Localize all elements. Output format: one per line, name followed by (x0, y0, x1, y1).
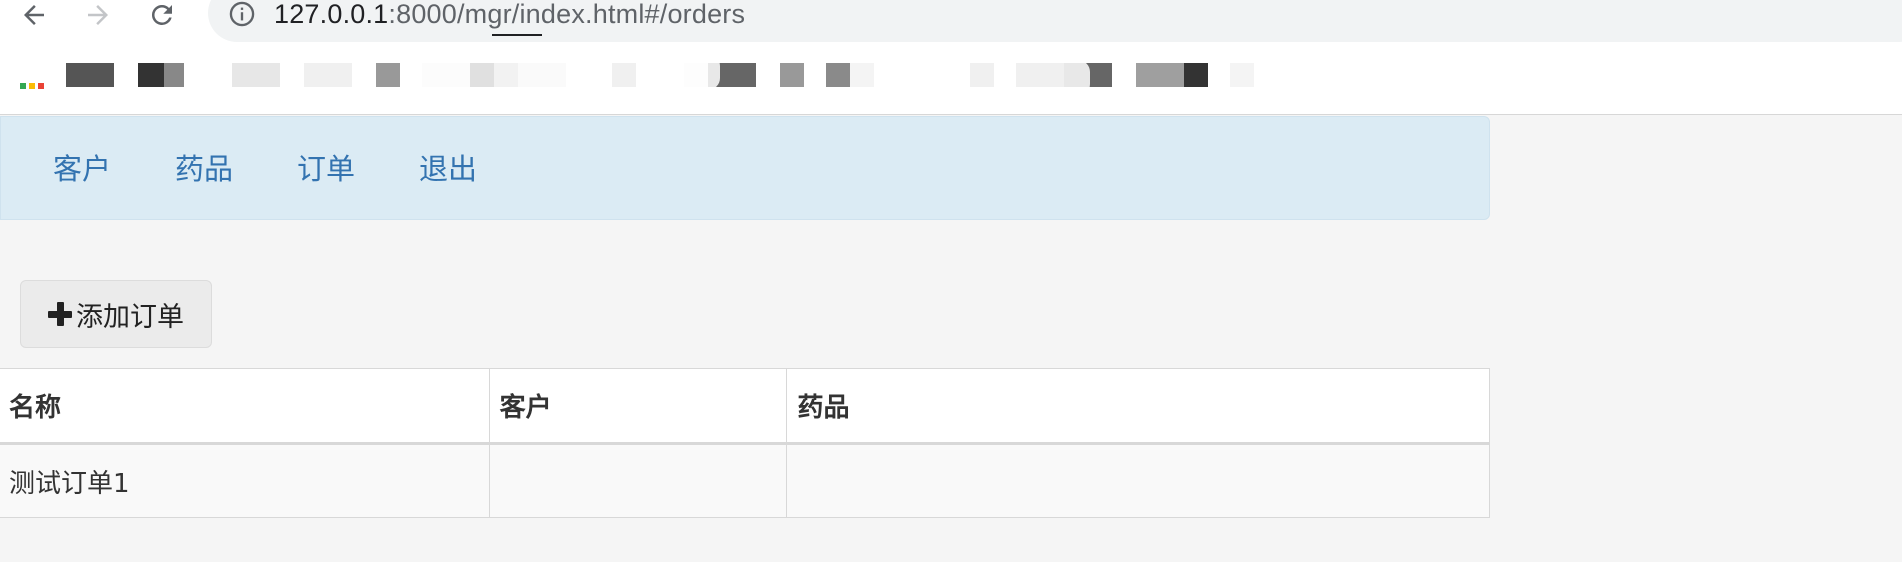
cell-customer (488, 443, 788, 518)
browser-chrome: 127.0.0.1:8000/mgr/index.html#/orders (0, 0, 1902, 115)
arrow-right-icon (88, 5, 108, 25)
bookmark-item[interactable] (66, 63, 114, 87)
orders-table: 名称 客户 药品 测试订单1 (0, 368, 1490, 518)
arrow-left-icon (24, 5, 44, 25)
url-text[interactable]: 127.0.0.1:8000/mgr/index.html#/orders (274, 0, 745, 30)
nav-link-orders[interactable]: 订单 (297, 149, 355, 189)
reload-icon (151, 4, 172, 25)
column-header-medicine: 药品 (786, 368, 1490, 445)
nav-link-customers[interactable]: 客户 (53, 149, 111, 189)
table-row[interactable]: 测试订单1 (0, 443, 1490, 518)
table-header-row: 名称 客户 药品 (0, 368, 1490, 445)
back-button[interactable] (14, 0, 54, 30)
add-order-button[interactable]: 添加订单 (20, 280, 212, 348)
column-header-customer: 客户 (488, 368, 788, 445)
page-content: 客户 药品 订单 退出 添加订单 名称 客户 药品 测试订单1 (0, 116, 1902, 562)
top-navbar: 客户 药品 订单 退出 (0, 116, 1490, 220)
nav-link-logout[interactable]: 退出 (419, 149, 477, 189)
text-cursor (492, 34, 542, 36)
bookmark-item[interactable] (138, 63, 164, 87)
url-path: :8000/mgr/index.html#/orders (388, 0, 746, 29)
plus-icon (48, 302, 72, 326)
bookmarks-bar (0, 54, 1902, 96)
nav-link-medicines[interactable]: 药品 (175, 149, 233, 189)
reload-button[interactable] (142, 0, 182, 30)
cell-order-name: 测试订单1 (0, 443, 490, 518)
cell-medicine (786, 443, 1490, 518)
info-icon[interactable] (228, 0, 256, 28)
apps-icon[interactable] (20, 75, 46, 89)
forward-button[interactable] (78, 0, 118, 30)
url-host: 127.0.0.1 (274, 0, 389, 29)
column-header-name: 名称 (0, 368, 490, 445)
bookmark-item[interactable] (376, 63, 400, 87)
add-order-label: 添加订单 (76, 301, 184, 333)
